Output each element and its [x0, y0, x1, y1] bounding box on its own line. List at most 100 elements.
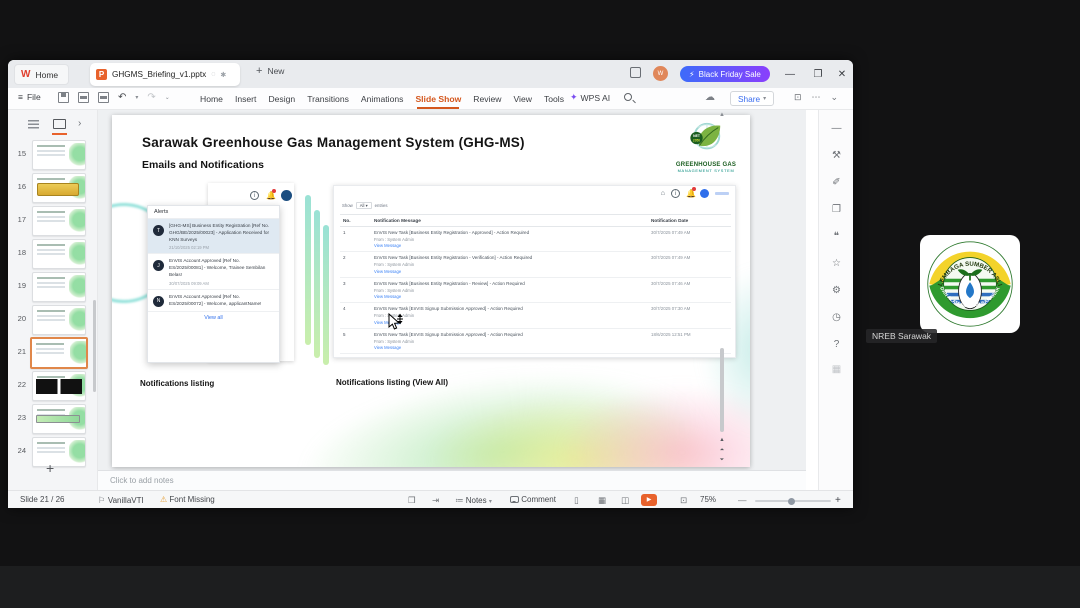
ppt-file-icon: P [96, 69, 107, 80]
slide-21[interactable]: Sarawak Greenhouse Gas Management System… [112, 115, 750, 467]
slide-thumbnail[interactable]: 22 [8, 371, 98, 401]
collapse-icon[interactable]: — [819, 123, 854, 134]
search-icon[interactable] [624, 93, 632, 101]
logo-line2: MANAGEMENT SYSTEM [677, 168, 735, 173]
settings-icon[interactable]: ⚙ [819, 285, 854, 296]
new-tab-button[interactable]: + New [256, 65, 284, 77]
outline-view-icon[interactable] [28, 120, 39, 129]
menu-design[interactable]: Design [268, 94, 295, 104]
home-tab[interactable]: W Home [14, 64, 70, 85]
menu-insert[interactable]: Insert [235, 94, 257, 104]
reading-view-icon[interactable]: ◫ [621, 495, 629, 506]
editing-canvas[interactable]: Sarawak Greenhouse Gas Management System… [98, 110, 806, 470]
alert-date: 30/07/2025 09:09 AM [169, 280, 209, 286]
menu-home[interactable]: Home [200, 94, 223, 104]
slide-view-icon[interactable] [52, 119, 67, 135]
slide-thumbnail[interactable]: 18 [8, 239, 98, 269]
bell-icon: 🔔 [686, 187, 696, 198]
menu-items: Home Insert Design Transitions Animations Sli… [200, 88, 564, 110]
font-missing-warning[interactable]: ⚠ Font Missing [160, 495, 215, 504]
caption-left: Notifications listing [140, 379, 215, 388]
prev-slide-icon[interactable]: ▲ [717, 436, 727, 446]
comment-button[interactable]: Comment [510, 495, 556, 504]
next-slide-double-icon[interactable]: ⏷ [717, 456, 727, 466]
history-icon[interactable]: ◷ [819, 312, 854, 323]
document-tab[interactable]: P GHGMS_Briefing_v1.pptx ◌ ✱ [90, 63, 240, 86]
slide-thumbnail[interactable]: 20 [8, 305, 98, 335]
bolt-icon: ⚡ [689, 69, 695, 79]
close-button[interactable]: ✕ [828, 60, 856, 88]
zoom-out-icon[interactable]: — [738, 495, 747, 505]
slide-number: 16 [17, 182, 26, 191]
row-number: 4 [343, 306, 346, 312]
zoom-slider[interactable] [755, 497, 831, 505]
alert-text: EnVIS Account Approved [Ref No. ES/2025/… [169, 258, 266, 278]
print-preview-icon[interactable] [98, 92, 109, 103]
comment-icon[interactable]: ❝ [819, 231, 854, 242]
tools-icon[interactable]: ⚒ [819, 150, 854, 161]
menu-slide-show[interactable]: Slide Show [415, 94, 461, 109]
prev-slide-double-icon[interactable]: ⏶ [717, 446, 727, 456]
redo-icon[interactable]: ↷ [147, 92, 155, 103]
slide-counter: Slide 21 / 26 [20, 495, 65, 504]
statusbar: Slide 21 / 26 ⚐ VanillaVTI ⚠ Font Missin… [8, 490, 853, 508]
normal-view-icon[interactable]: ▯ [574, 495, 579, 506]
notes-toggle[interactable]: ≔ Notes ▾ [455, 495, 492, 506]
titlebar: W Home P GHGMS_Briefing_v1.pptx ◌ ✱ + Ne… [8, 60, 853, 88]
slide-thumbnail[interactable]: 16 [8, 173, 98, 203]
tab-list-icon[interactable] [630, 67, 641, 78]
menu-animations[interactable]: Animations [361, 94, 404, 104]
save-icon[interactable] [58, 92, 69, 103]
panel-expand-icon[interactable]: › [78, 118, 81, 129]
help-icon[interactable]: ? [819, 339, 854, 350]
slide-thumbnail[interactable]: 17 [8, 206, 98, 236]
theme-icon: ⚐ [98, 495, 106, 505]
wps-ai-button[interactable]: ✦ WPS AI [570, 92, 610, 103]
shapes-icon[interactable]: ❐ [819, 204, 854, 215]
slide-sorter-view-icon[interactable]: ▦ [598, 495, 606, 506]
slide-thumbnail[interactable]: 21 [8, 337, 98, 369]
zoom-level[interactable]: 75% [700, 495, 716, 504]
modified-indicator-icon: ✱ [220, 71, 227, 79]
file-menu-button[interactable]: ≡ File [18, 92, 41, 102]
menu-view[interactable]: View [513, 94, 531, 104]
notes-bar[interactable]: Click to add notes [98, 470, 806, 490]
smart-edit-icon[interactable]: ✐ [819, 177, 854, 188]
slide-panel-scrollbar[interactable] [93, 300, 96, 392]
task-window-icon[interactable]: ❒ [408, 495, 416, 506]
call-bottom-strip [0, 566, 1080, 608]
menu-tools[interactable]: Tools [544, 94, 564, 104]
jump-icon[interactable]: ⇥ [432, 495, 439, 506]
zoom-in-icon[interactable]: + [835, 495, 841, 506]
slideshow-play-button[interactable]: ▶ [641, 493, 657, 506]
cloud-sync-icon[interactable]: ☁ [705, 92, 715, 103]
theme-indicator[interactable]: ⚐ VanillaVTI [98, 495, 144, 506]
alert-item: J EnVIS Account Approved [Ref No. ES/202… [148, 254, 279, 290]
black-friday-sale-button[interactable]: ⚡ Black Friday Sale [680, 66, 770, 82]
slide-thumbnail[interactable]: 23 [8, 404, 98, 434]
scroll-up-icon[interactable]: ▲ [719, 112, 725, 118]
slide-number: 18 [17, 248, 26, 257]
star-icon[interactable]: ☆ [819, 258, 854, 269]
slide-thumbnail[interactable]: 19 [8, 272, 98, 302]
slide-thumbnail[interactable]: 15 [8, 140, 98, 170]
minimize-button[interactable]: — [776, 60, 804, 88]
collapse-ribbon-icon[interactable]: ⌄ [831, 92, 839, 103]
more-options-icon[interactable]: ⋯ [812, 92, 821, 103]
slide-number: 19 [17, 281, 26, 290]
print-icon[interactable] [78, 92, 89, 103]
table-row: 3 EnVIS New Task [Business Entity Regist… [340, 278, 731, 304]
menu-review[interactable]: Review [473, 94, 501, 104]
zoom-slider-handle[interactable] [788, 497, 795, 505]
scrollbar-thumb[interactable] [720, 348, 724, 432]
undo-icon[interactable]: ↶ [118, 92, 126, 103]
slide-panel: › 15 16 17 18 19 20 21 22 23 24 + [8, 110, 98, 490]
menu-transitions[interactable]: Transitions [307, 94, 349, 104]
switch-view-icon[interactable]: ⊡ [794, 92, 802, 103]
user-avatar[interactable]: W [653, 66, 668, 81]
apps-icon[interactable]: ▦ [819, 364, 854, 375]
share-button[interactable]: Share ▾ [730, 91, 775, 106]
row-view-message-link: View Message [374, 345, 402, 351]
add-slide-button[interactable]: + [46, 460, 54, 476]
fullscreen-icon[interactable]: ⊡ [680, 495, 687, 506]
